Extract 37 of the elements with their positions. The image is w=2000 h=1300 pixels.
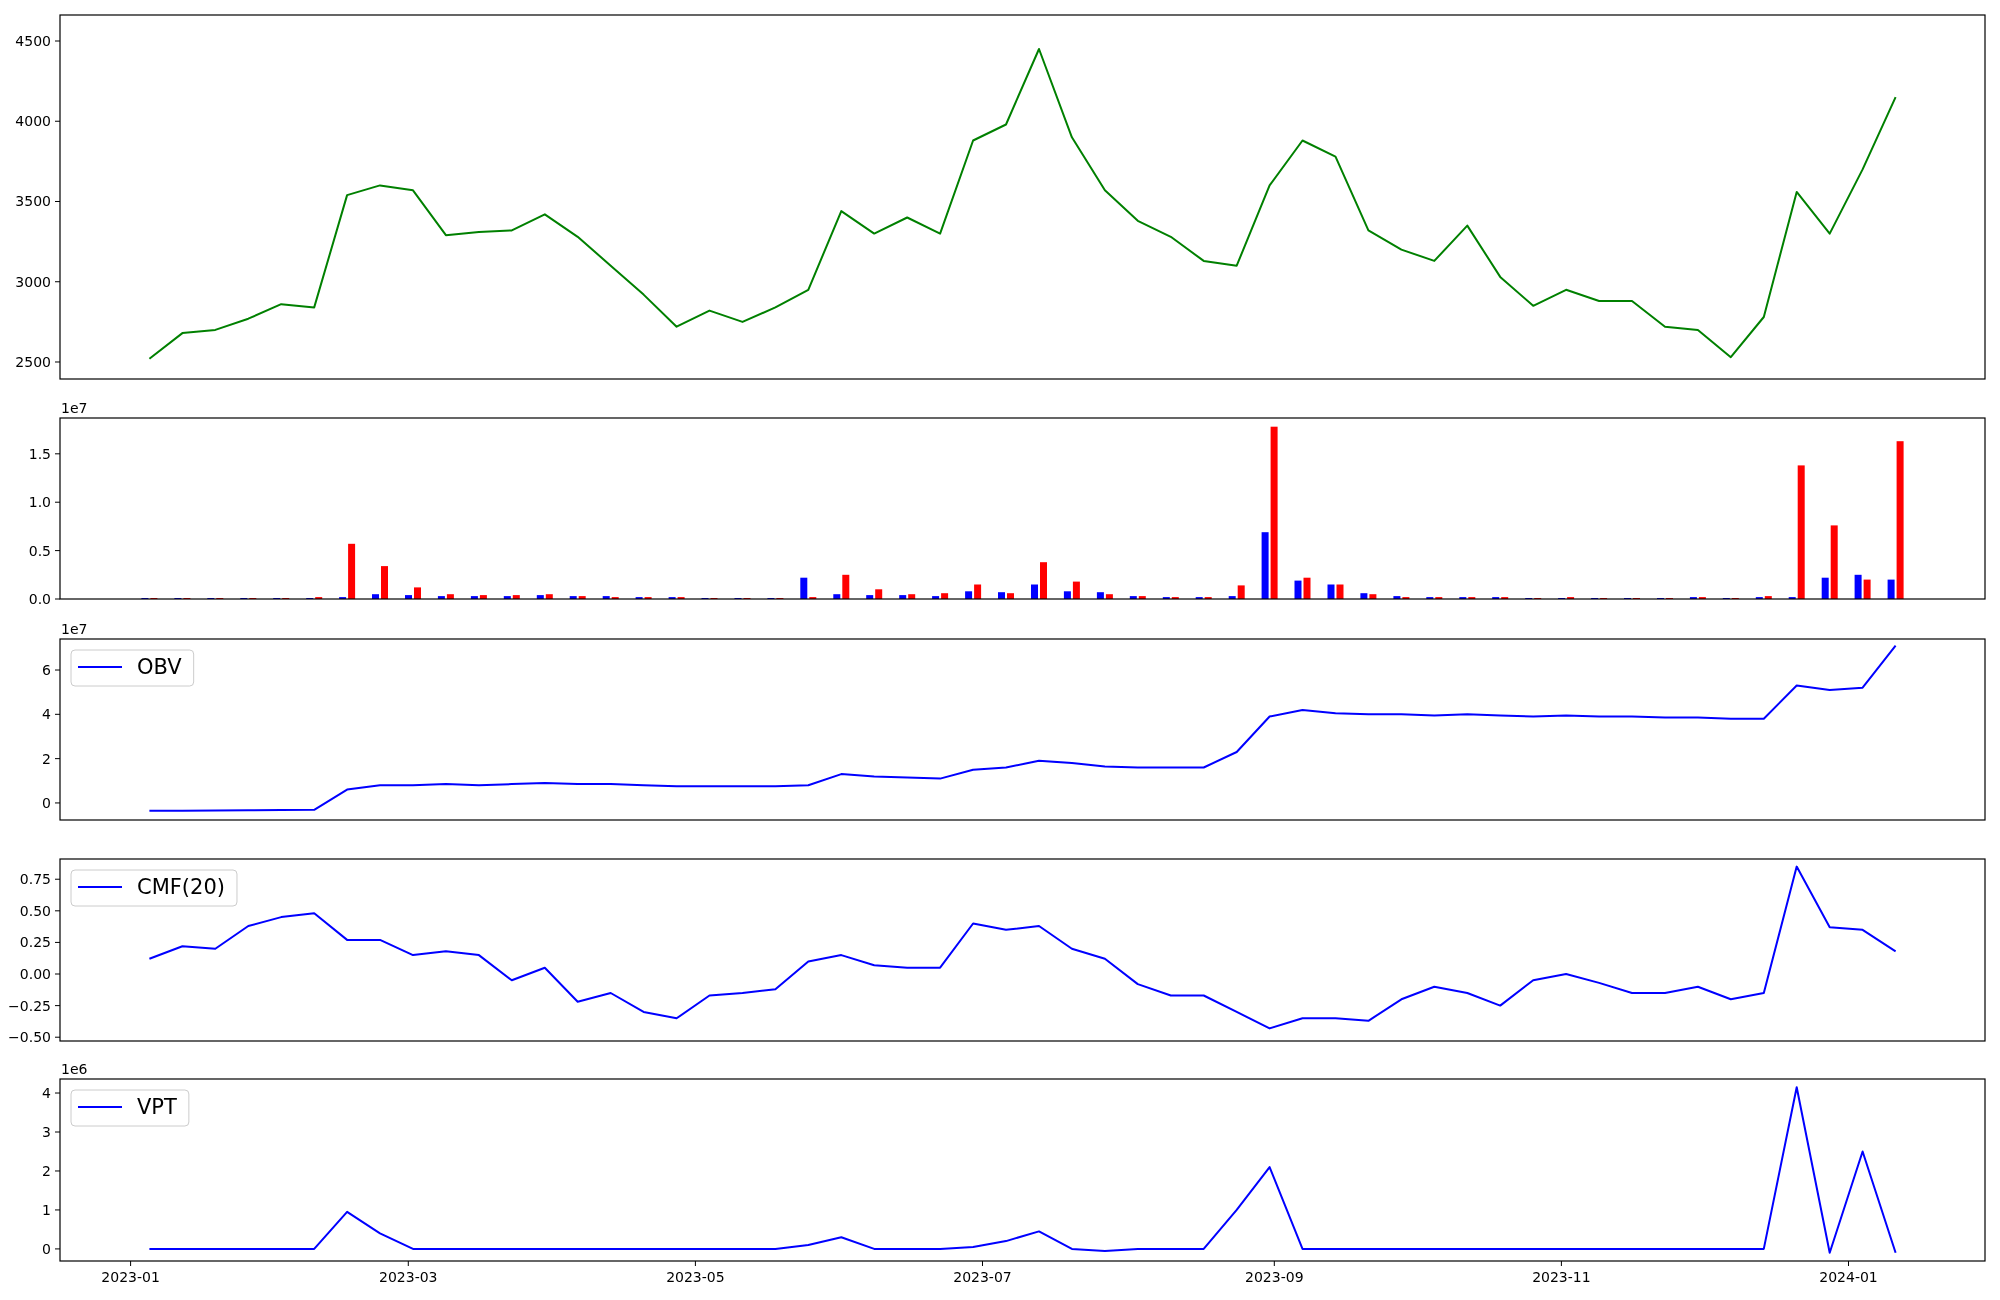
tick-label: 3000 [15, 273, 51, 290]
tick-label: 2 [42, 1162, 51, 1179]
legend-label: VPT [137, 1095, 177, 1119]
axis-offset-label: 1e6 [61, 1061, 88, 1077]
axis-offset-label: 1e7 [61, 621, 88, 637]
tick-label: 0.75 [19, 871, 51, 888]
axis-offset-label: 1e7 [61, 400, 88, 416]
tick-label: 2023-03 [379, 1269, 438, 1285]
legend-label: CMF(20) [137, 875, 225, 899]
tick-label: 4 [42, 706, 51, 723]
tick-label: 2500 [15, 354, 51, 370]
tick-label: 0 [42, 794, 51, 811]
tick-label: 2023-05 [666, 1269, 725, 1285]
tick-label: 2023-11 [1532, 1269, 1591, 1285]
tick-label: 2023-07 [953, 1269, 1012, 1285]
legend-label: OBV [137, 655, 182, 679]
tick-label: 0.5 [28, 542, 51, 559]
tick-label: 0.50 [19, 902, 51, 919]
tick-label: 0 [42, 1240, 51, 1257]
tick-label: 1 [42, 1201, 51, 1218]
tick-label: 4500 [15, 33, 51, 49]
tick-label: 1.0 [28, 494, 51, 511]
tick-label: 0.25 [19, 934, 51, 951]
tick-label: 2023-09 [1245, 1269, 1304, 1285]
tick-label: 0.00 [19, 966, 51, 982]
tick-label: 3 [42, 1124, 51, 1140]
tick-label: 1.5 [28, 445, 51, 462]
tick-label: 2 [42, 750, 51, 767]
tick-label: 3500 [15, 193, 51, 210]
tick-label: 6 [42, 662, 51, 678]
tick-label: 4 [42, 1085, 51, 1102]
tick-label: 0.0 [28, 591, 51, 607]
tick-label: 2024-01 [1819, 1269, 1878, 1285]
tick-label: −0.25 [8, 997, 51, 1014]
tick-label: 4000 [15, 113, 51, 130]
tick-label: −0.50 [8, 1029, 51, 1046]
tick-label: 2023-01 [101, 1269, 160, 1285]
